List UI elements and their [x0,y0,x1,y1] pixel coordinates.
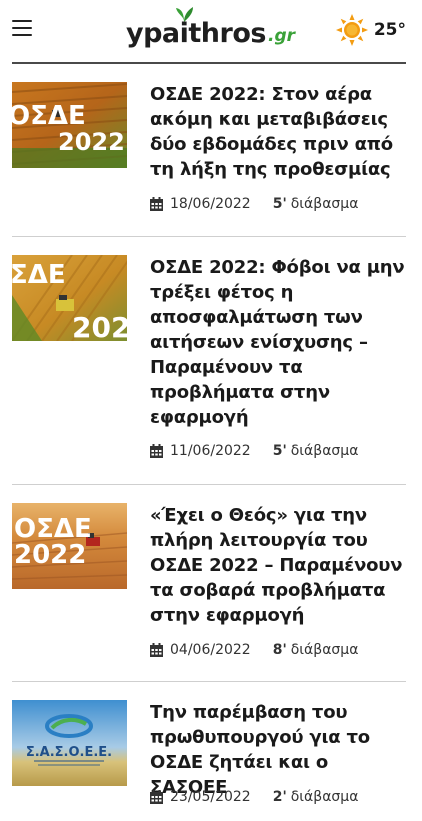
logo-suffix-text: .gr [268,26,296,46]
article-title[interactable]: ΟΣΔΕ 2022: Στον αέρα ακόμη και μεταβιβάσ… [150,82,408,182]
article-divider [12,236,406,237]
article-date: 18/06/2022 [170,196,251,212]
read-time-label: διάβασμα [290,196,359,212]
article-thumbnail[interactable]: Σ.Α.Σ.Ο.Ε.Ε. [12,700,127,786]
read-time-label: διάβασμα [290,443,359,459]
read-time-value: 8' [272,642,287,658]
site-header: ypaithros .gr 25° [0,0,422,64]
article-divider [12,484,406,485]
thumb-text-bottom: 202 [72,311,127,341]
temperature-value: 25° [373,20,406,40]
read-time-value: 5' [272,443,287,459]
article-thumbnail[interactable]: ΟΣΔΕ 2022 [12,82,127,168]
article-meta: 23/05/2022 2' διάβασμα [150,789,358,805]
article-title[interactable]: «Έχει ο Θεός» για την πλήρη λειτουργία τ… [150,503,408,628]
header-divider [12,62,406,64]
hamburger-menu-icon[interactable] [12,20,32,38]
thumb-text-top: ΣΔΕ [12,260,66,290]
read-time-label: διάβασμα [290,642,359,658]
read-time-label: διάβασμα [290,789,359,805]
article-meta: 11/06/2022 5' διάβασμα [150,443,358,459]
article-date: 11/06/2022 [170,443,251,459]
article-title[interactable]: Την παρέμβαση του πρωθυπουργού για το ΟΣ… [150,700,408,800]
article-meta: 04/06/2022 8' διάβασμα [150,642,358,658]
calendar-icon [150,790,163,804]
article-date: 23/05/2022 [170,789,251,805]
calendar-icon [150,197,163,211]
thumb-text-bottom: 2022 [14,540,86,570]
thumb-text-top: Σ.Α.Σ.Ο.Ε.Ε. [26,745,112,760]
article-date: 04/06/2022 [170,642,251,658]
article-thumbnail[interactable]: ΣΔΕ 202 [12,255,127,341]
weather-widget: 25° [335,14,406,46]
read-time-value: 5' [272,196,287,212]
thumb-text-bottom: 2022 [58,128,125,156]
calendar-icon [150,643,163,657]
article-divider [12,681,406,682]
site-logo[interactable]: ypaithros .gr [126,7,296,52]
calendar-icon [150,444,163,458]
article-title[interactable]: ΟΣΔΕ 2022: Φόβοι να μην τρέξει φέτος η α… [150,255,408,430]
article-thumbnail[interactable]: ΟΣΔΕ 2022 [12,503,127,589]
logo-main-text: ypaithros [126,18,266,49]
thumb-text-top: ΟΣΔΕ [12,101,86,131]
article-meta: 18/06/2022 5' διάβασμα [150,196,358,212]
read-time-value: 2' [272,789,287,805]
sun-icon [335,14,368,46]
